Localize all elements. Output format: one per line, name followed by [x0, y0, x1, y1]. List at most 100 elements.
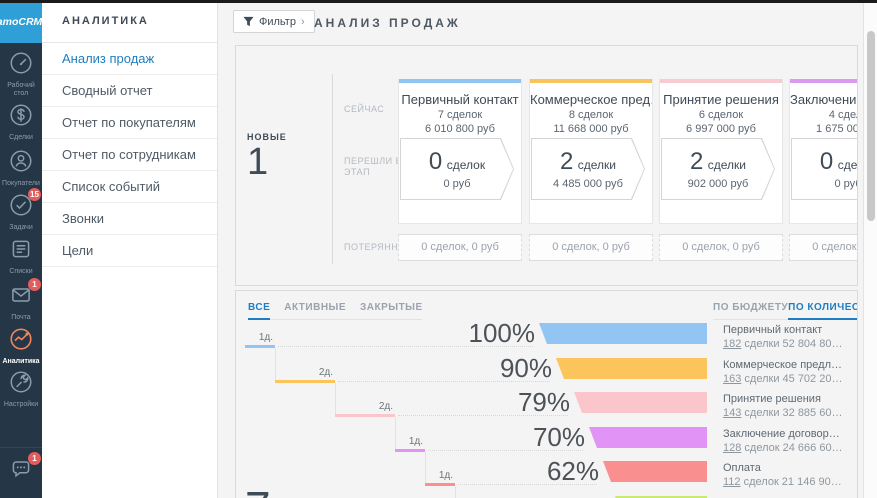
stage-color-strip: [790, 79, 858, 83]
sidebar-item-desktop[interactable]: Рабочий стол: [0, 50, 42, 98]
window-top-edge: [0, 0, 877, 3]
menu-item-goals[interactable]: Цели: [42, 235, 217, 267]
menu-item-employees-report[interactable]: Отчет по сотрудникам: [42, 139, 217, 171]
stage-card-contract[interactable]: Заключение договора 4 сделки 1 675 000 р…: [789, 79, 858, 224]
deals-icon: [8, 102, 34, 128]
legend-item[interactable]: Первичный контакт 182 сделки 52 804 80…: [723, 324, 853, 350]
desktop-icon: [8, 50, 34, 76]
guide-vertical-line: [275, 348, 276, 382]
funnel-bar[interactable]: [574, 392, 707, 413]
funnel-bar[interactable]: [589, 427, 707, 448]
legend-item[interactable]: Принятие решения 143 сделки 32 885 60…: [723, 393, 853, 419]
deals-count-link[interactable]: 112: [723, 476, 741, 488]
scrollbar-thumb[interactable]: [867, 31, 875, 221]
page-title: АНАЛИЗ ПРОДАЖ: [314, 16, 461, 30]
duration-step-line: [245, 345, 275, 348]
deals-count-link[interactable]: 163: [723, 373, 741, 385]
stage-now-count: 8 сделок: [530, 109, 652, 121]
duration-label: 2д.: [367, 401, 393, 412]
tab-by-budget[interactable]: ПО БЮДЖЕТУ: [713, 302, 788, 319]
stage-card-decision[interactable]: Принятие решения 6 сделок 6 997 000 руб …: [659, 79, 783, 224]
lost-deals-box[interactable]: 0 сделок, 0 руб: [529, 234, 653, 261]
deals-count-link[interactable]: 182: [723, 338, 741, 350]
funnel-filter-tabs: ВСЕ АКТИВНЫЕ ЗАКРЫТЫЕ: [248, 302, 422, 320]
stage-title: Первичный контакт: [399, 92, 521, 107]
guide-dotted-line: [428, 450, 583, 451]
stage-color-strip: [660, 79, 782, 83]
sidebar-item-lists[interactable]: Списки: [0, 236, 42, 276]
legend-item[interactable]: Оплата 112 сделок 21 146 90…: [723, 462, 853, 488]
funnel-percent: 100%: [453, 320, 535, 347]
rail-separator: [0, 447, 42, 448]
tab-by-count[interactable]: ПО КОЛИЧЕСТВУ: [788, 302, 858, 320]
scrollbar-track[interactable]: [863, 2, 877, 498]
funnel-bar[interactable]: [603, 461, 707, 482]
tasks-badge: 15: [28, 188, 41, 201]
funnel-icon: [243, 16, 254, 27]
stage-now-count: 7 сделок: [399, 109, 521, 121]
moved-to-stage-arrow[interactable]: 2 сделки 902 000 руб: [661, 138, 775, 200]
stage-title: Заключение договора: [790, 92, 858, 107]
mail-icon: 1: [8, 282, 34, 308]
stage-card-commercial-offer[interactable]: Коммерческое пред… 8 сделок 11 668 000 р…: [529, 79, 653, 224]
sidebar-item-analytics[interactable]: Аналитика: [0, 326, 42, 366]
stage-color-strip: [530, 79, 652, 83]
amocrm-logo[interactable]: amoCRM.: [0, 0, 42, 43]
lost-deals-box[interactable]: 0 сделок, 0 руб: [789, 234, 858, 261]
pipeline-stages-panel: НОВЫЕ 1 СЕЙЧАС ПЕРЕШЛИ В ЭТАП ПОТЕРЯННЫЕ…: [235, 45, 858, 286]
sidebar-item-deals[interactable]: Сделки: [0, 102, 42, 142]
moved-to-stage-arrow[interactable]: 0 сделок 0 руб: [791, 138, 858, 200]
duration-label: 1д.: [397, 436, 423, 447]
menu-item-calls[interactable]: Звонки: [42, 203, 217, 235]
guide-vertical-line: [425, 452, 426, 486]
settings-icon: [8, 369, 34, 395]
funnel-bar[interactable]: [539, 323, 707, 344]
tab-active[interactable]: АКТИВНЫЕ: [284, 302, 346, 319]
lost-deals-box[interactable]: 0 сделок, 0 руб: [659, 234, 783, 261]
deals-count-link[interactable]: 128: [723, 442, 741, 454]
sidebar-item-settings[interactable]: Настройки: [0, 369, 42, 409]
stage-now-budget: 1 675 000 руб: [790, 123, 858, 135]
filter-label: Фильтр: [259, 16, 296, 28]
legend-item[interactable]: Коммерческое предл… 163 сделки 45 702 20…: [723, 359, 853, 385]
chat-badge: 1: [28, 452, 41, 465]
mail-badge: 1: [28, 278, 41, 291]
funnel-percent: 79%: [488, 389, 570, 416]
sidebar-item-customers[interactable]: Покупатели: [0, 148, 42, 188]
analytics-menu: АНАЛИТИКА Анализ продаж Сводный отчет От…: [42, 0, 218, 498]
sidebar-item-tasks[interactable]: 15 Задачи: [0, 192, 42, 232]
guide-dotted-line: [278, 346, 533, 347]
legend-item[interactable]: Заключение договор… 128 сделок 24 666 60…: [723, 428, 853, 454]
filter-button[interactable]: Фильтр ›: [233, 10, 315, 33]
guide-dotted-line: [398, 415, 568, 416]
duration-step-line: [395, 449, 425, 452]
menu-item-customers-report[interactable]: Отчет по покупателям: [42, 107, 217, 139]
menu-item-summary-report[interactable]: Сводный отчет: [42, 75, 217, 107]
duration-step-line: [425, 483, 455, 486]
menu-item-sales-analysis[interactable]: Анализ продаж: [42, 43, 217, 75]
duration-step-line: [335, 414, 395, 417]
tab-all[interactable]: ВСЕ: [248, 302, 270, 320]
stage-now-count: 4 сделки: [790, 109, 858, 121]
funnel-bar[interactable]: [556, 358, 707, 379]
menu-item-events-list[interactable]: Список событий: [42, 171, 217, 203]
lost-deals-box[interactable]: 0 сделок, 0 руб: [398, 234, 522, 261]
analytics-icon: [8, 326, 34, 352]
vertical-divider: [332, 74, 333, 264]
guide-vertical-line: [455, 486, 456, 498]
funnel-percent: 90%: [470, 355, 552, 382]
stage-color-strip: [399, 79, 521, 83]
funnel-percent: 62%: [517, 458, 599, 485]
sidebar-item-chat[interactable]: 1: [0, 456, 42, 487]
funnel-percent: 70%: [503, 424, 585, 451]
deals-count-link[interactable]: 143: [723, 407, 741, 419]
stage-card-primary-contact[interactable]: Первичный контакт 7 сделок 6 010 800 руб…: [398, 79, 522, 224]
stage-title: Коммерческое пред…: [530, 92, 652, 107]
moved-to-stage-arrow[interactable]: 0 сделок 0 руб: [400, 138, 514, 200]
tasks-icon: 15: [8, 192, 34, 218]
tab-closed[interactable]: ЗАКРЫТЫЕ: [360, 302, 423, 319]
funnel-panel: ВСЕ АКТИВНЫЕ ЗАКРЫТЫЕ ПО БЮДЖЕТУ ПО КОЛИ…: [235, 290, 858, 498]
sidebar-item-mail[interactable]: 1 Почта: [0, 282, 42, 322]
new-deals-count: 1: [247, 141, 268, 184]
moved-to-stage-arrow[interactable]: 2 сделки 4 485 000 руб: [531, 138, 645, 200]
